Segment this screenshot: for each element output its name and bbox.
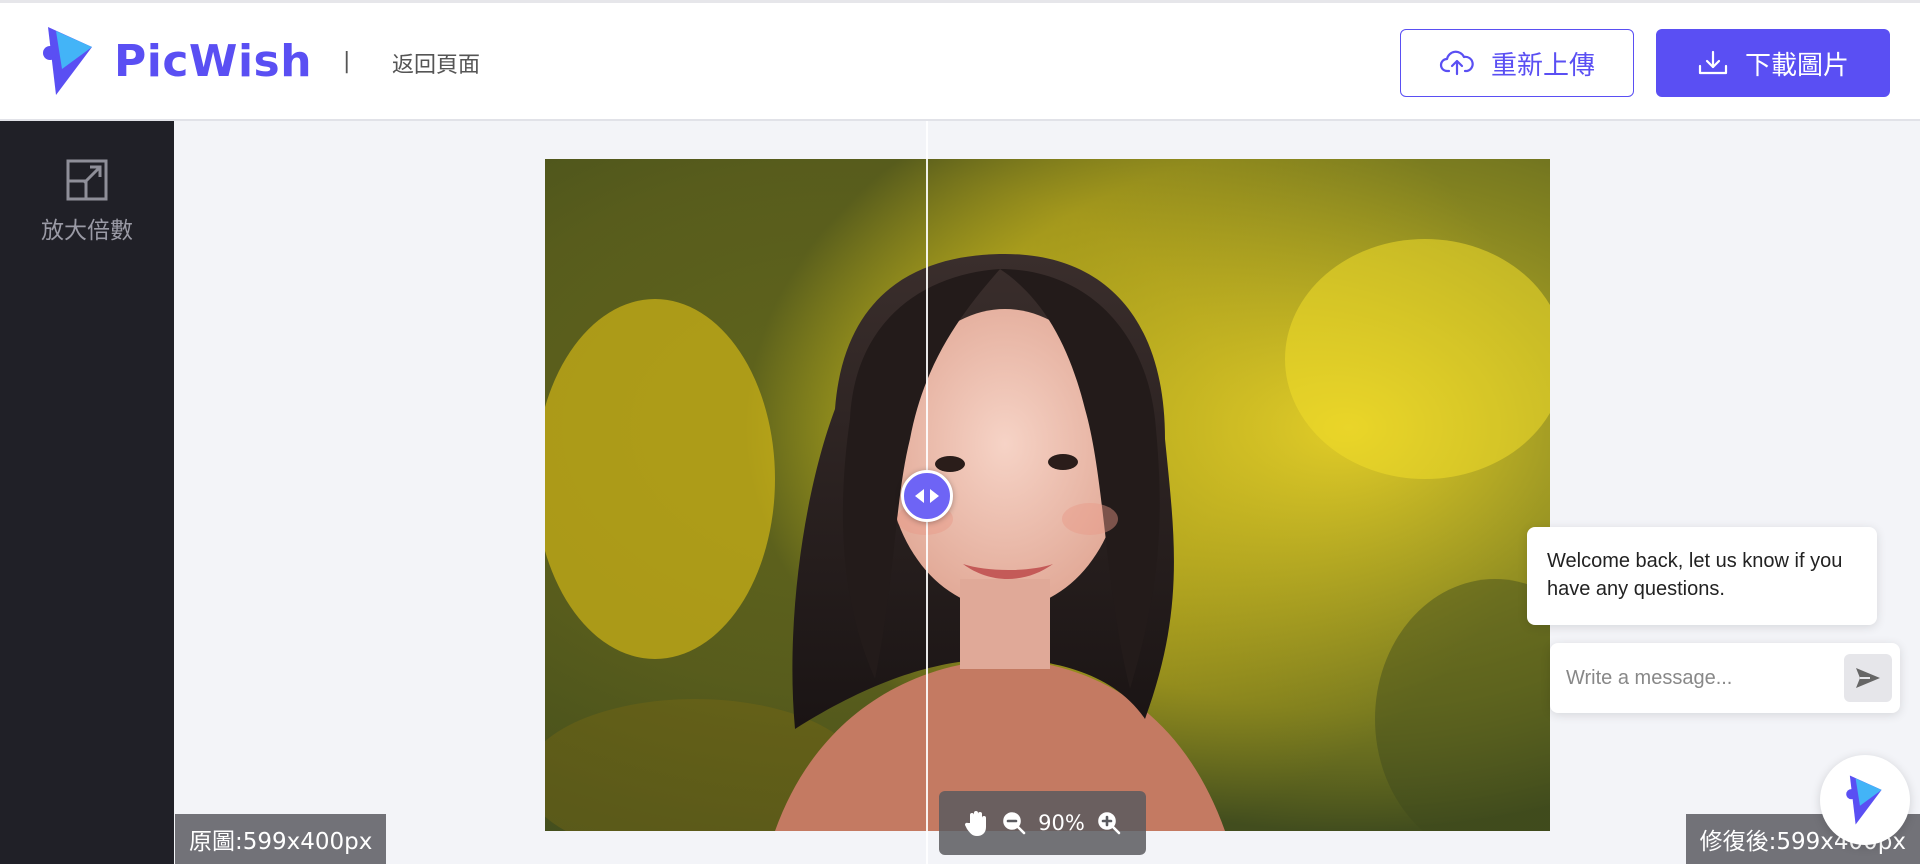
sidebar: 放大倍數 (0, 121, 174, 864)
top-toolbar: PicWish | 返回頁面 重新上傳 下載圖片 (0, 0, 1920, 121)
reupload-button[interactable]: 重新上傳 (1400, 29, 1634, 97)
reupload-label: 重新上傳 (1490, 50, 1595, 81)
zoom-in-icon[interactable] (1097, 811, 1121, 835)
compare-slider-handle[interactable] (900, 470, 953, 522)
sidebar-item-label: 放大倍數 (41, 218, 133, 244)
download-button[interactable]: 下載圖片 (1656, 29, 1890, 97)
picwish-logo-icon (43, 27, 92, 95)
upscale-icon (66, 159, 108, 201)
header-separator: | (343, 49, 351, 74)
left-right-arrows-icon (914, 489, 939, 503)
chat-message-input[interactable] (1566, 666, 1844, 690)
back-link[interactable]: 返回頁面 (392, 47, 480, 79)
picwish-chat-icon (1846, 775, 1882, 825)
zoom-out-icon[interactable] (1002, 811, 1026, 835)
send-icon (1856, 668, 1880, 688)
upload-cloud-icon (1439, 50, 1474, 76)
zoom-level: 90% (1038, 811, 1085, 835)
logo[interactable]: PicWish (42, 25, 312, 97)
portrait-photo (545, 159, 1550, 831)
chat-welcome-message: Welcome back, let us know if you have an… (1527, 527, 1877, 625)
download-icon (1698, 50, 1728, 75)
comparison-image[interactable] (545, 159, 1550, 831)
download-label: 下載圖片 (1744, 50, 1849, 81)
zoom-toolbar: 90% (939, 791, 1146, 855)
chat-launcher-button[interactable] (1820, 755, 1910, 845)
original-size-label: 原圖:599x400px (175, 814, 387, 864)
sidebar-item-upscale[interactable]: 放大倍數 (0, 159, 174, 245)
send-button[interactable] (1844, 654, 1892, 702)
chat-input-box (1550, 643, 1900, 713)
hand-pan-icon[interactable] (964, 809, 990, 837)
logo-text: PicWish (114, 35, 313, 87)
